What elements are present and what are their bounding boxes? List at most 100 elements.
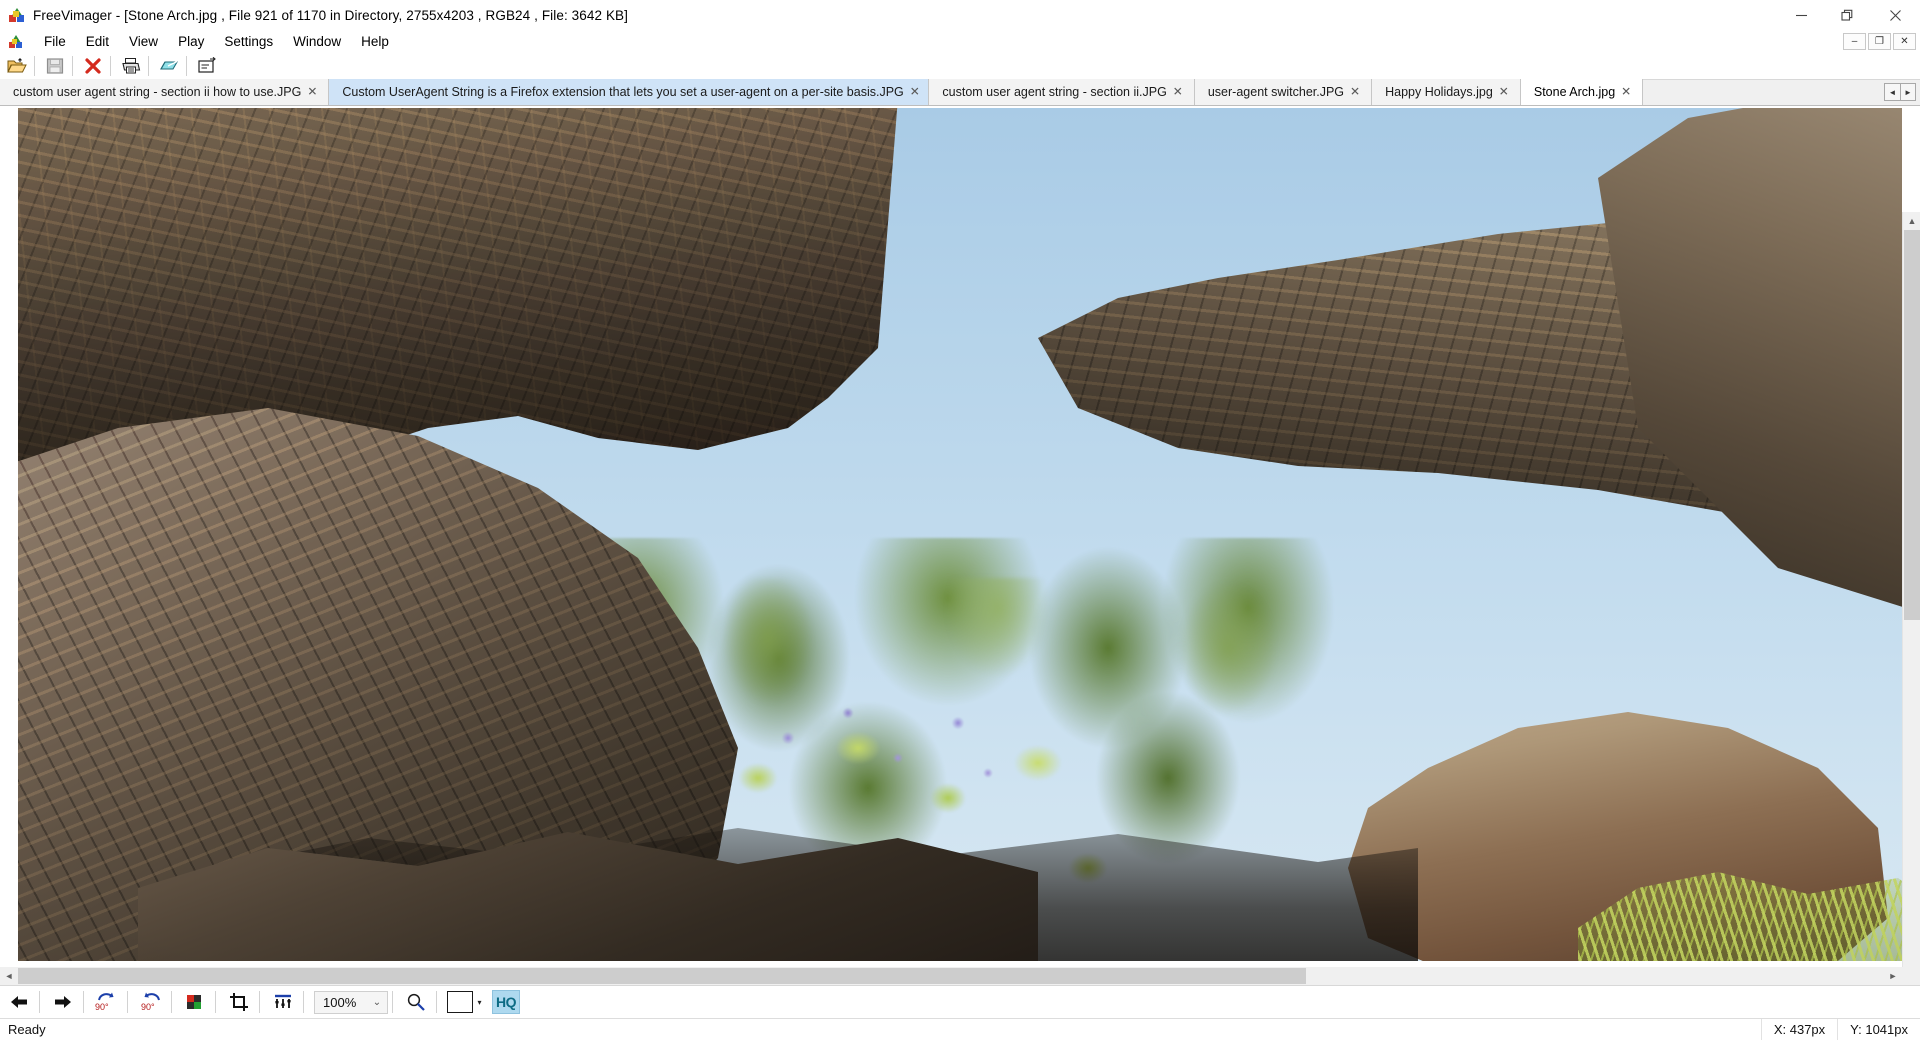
color-dropdown-arrow-icon[interactable]: ▾: [473, 991, 486, 1013]
tab-close-icon[interactable]: ✕: [307, 86, 317, 98]
menu-item-file[interactable]: File: [34, 33, 76, 51]
scroll-up-button[interactable]: ▲: [1903, 212, 1920, 230]
tab-navigation: ◄ ►: [1884, 79, 1920, 105]
bottom-separator: [171, 991, 172, 1013]
vertical-scroll-thumb[interactable]: [1904, 230, 1920, 620]
tab-close-icon[interactable]: ✕: [1173, 86, 1183, 98]
bottom-toolbar: 90° 90° 100% ⌄ ▾ HQ: [0, 985, 1920, 1018]
mdi-close-button[interactable]: ✕: [1893, 33, 1916, 50]
image-view-area: ▲ ▼ ◄ ►: [0, 106, 1920, 1040]
open-folder-icon: [6, 57, 27, 72]
tab-label: Stone Arch.jpg: [1533, 85, 1616, 99]
tab-close-icon[interactable]: ✕: [1350, 86, 1360, 98]
save-file-button[interactable]: [40, 53, 69, 79]
svg-text:90°: 90°: [95, 1002, 109, 1012]
image-canvas[interactable]: [18, 108, 1902, 961]
zoom-level-select[interactable]: 100% ⌄: [314, 990, 388, 1014]
high-quality-toggle[interactable]: HQ: [492, 990, 520, 1014]
tab-close-icon[interactable]: ✕: [1499, 86, 1509, 98]
bottom-separator: [392, 991, 393, 1013]
next-image-button[interactable]: [47, 988, 79, 1017]
minimize-button[interactable]: [1778, 0, 1824, 31]
crop-button[interactable]: [223, 988, 255, 1017]
zoom-tool-button[interactable]: [400, 988, 432, 1017]
background-color-button[interactable]: [447, 991, 473, 1013]
open-file-button[interactable]: [2, 53, 31, 79]
tab-label: custom user agent string - section ii.JP…: [942, 85, 1167, 99]
rotate-right-button[interactable]: 90°: [135, 988, 167, 1017]
close-button[interactable]: [1870, 0, 1920, 31]
tab-scroll-left-button[interactable]: ◄: [1884, 83, 1900, 101]
menu-item-view[interactable]: View: [119, 33, 168, 51]
tab-happy-holidays[interactable]: Happy Holidays.jpg ✕: [1372, 79, 1521, 105]
menu-item-help[interactable]: Help: [351, 33, 399, 51]
bottom-separator: [83, 991, 84, 1013]
tab-custom-useragent-string-firefox-extension[interactable]: Custom UserAgent String is a Firefox ext…: [329, 79, 930, 105]
rotate-counterclockwise-90-icon: 90°: [95, 992, 114, 1012]
status-coordinates: X: 437px Y: 1041px: [1760, 1018, 1920, 1040]
svg-text:90°: 90°: [141, 1002, 155, 1012]
tab-label: Custom UserAgent String is a Firefox ext…: [342, 85, 904, 99]
horizontal-scrollbar[interactable]: ◄ ►: [0, 967, 1902, 985]
properties-button[interactable]: [192, 53, 221, 79]
purple-flowers-layer: [758, 698, 1018, 838]
floppy-disk-icon: [46, 57, 63, 74]
scroll-left-button[interactable]: ◄: [0, 967, 18, 985]
crop-icon: [230, 993, 248, 1011]
tab-label: Happy Holidays.jpg: [1385, 85, 1493, 99]
red-x-icon: [84, 57, 101, 74]
arrow-right-icon: [55, 996, 71, 1008]
vertical-scrollbar[interactable]: ▲ ▼: [1902, 212, 1920, 1040]
menu-item-settings[interactable]: Settings: [214, 33, 283, 51]
tab-stone-arch[interactable]: Stone Arch.jpg ✕: [1520, 79, 1644, 105]
print-button[interactable]: [116, 53, 145, 79]
mdi-restore-button[interactable]: ❐: [1868, 33, 1891, 50]
window-controls: [1778, 0, 1920, 31]
toolbar-separator: [34, 55, 35, 76]
previous-image-button[interactable]: [3, 988, 35, 1017]
title-bar: FreeVimager - [Stone Arch.jpg , File 921…: [0, 0, 1920, 31]
tab-custom-user-agent-string-section-ii-how-to-use[interactable]: custom user agent string - section ii ho…: [0, 79, 330, 105]
rotate-left-button[interactable]: 90°: [91, 988, 123, 1017]
properties-icon: [197, 56, 216, 73]
mdi-minimize-button[interactable]: –: [1843, 33, 1866, 50]
toolbar-separator: [110, 55, 111, 76]
tab-label: custom user agent string - section ii ho…: [13, 85, 302, 99]
tab-close-icon[interactable]: ✕: [910, 86, 920, 98]
delete-file-button[interactable]: [78, 53, 107, 79]
chevron-down-icon[interactable]: ⌄: [367, 997, 387, 1008]
toolbar-separator: [72, 55, 73, 76]
levels-button[interactable]: [267, 988, 299, 1017]
scrollbar-corner: [1902, 967, 1920, 985]
scan-button[interactable]: [154, 53, 183, 79]
bottom-separator: [215, 991, 216, 1013]
color-adjust-button[interactable]: [179, 988, 211, 1017]
horizontal-scroll-thumb[interactable]: [18, 968, 1306, 984]
horizontal-scroll-track[interactable]: [18, 967, 1884, 985]
window-title: FreeVimager - [Stone Arch.jpg , File 921…: [33, 7, 629, 23]
bottom-separator: [436, 991, 437, 1013]
menu-item-window[interactable]: Window: [283, 33, 351, 51]
bottom-separator: [39, 991, 40, 1013]
arrow-left-icon: [11, 996, 27, 1008]
toolbar-separator: [186, 55, 187, 76]
maximize-restore-button[interactable]: [1824, 0, 1870, 31]
status-y-coordinate: Y: 1041px: [1837, 1018, 1920, 1040]
tab-custom-user-agent-string-section-ii[interactable]: custom user agent string - section ii.JP…: [929, 79, 1195, 105]
bottom-separator: [259, 991, 260, 1013]
rotate-clockwise-90-icon: 90°: [141, 992, 160, 1012]
menu-item-edit[interactable]: Edit: [76, 33, 119, 51]
tab-user-agent-switcher[interactable]: user-agent switcher.JPG ✕: [1194, 79, 1373, 105]
mdi-window-controls: – ❐ ✕: [1841, 33, 1920, 50]
tab-close-icon[interactable]: ✕: [1621, 86, 1631, 98]
toolbar-separator: [148, 55, 149, 76]
status-message: Ready: [8, 1022, 46, 1037]
tab-label: user-agent switcher.JPG: [1207, 85, 1345, 99]
scanner-icon: [159, 60, 178, 70]
zoom-level-value: 100%: [323, 994, 357, 1010]
scroll-right-button[interactable]: ►: [1884, 967, 1902, 985]
tab-scroll-right-button[interactable]: ►: [1900, 83, 1916, 101]
menu-item-play[interactable]: Play: [168, 33, 214, 51]
magnifier-icon: [407, 993, 425, 1011]
stone-arch-photo: [18, 108, 1902, 961]
